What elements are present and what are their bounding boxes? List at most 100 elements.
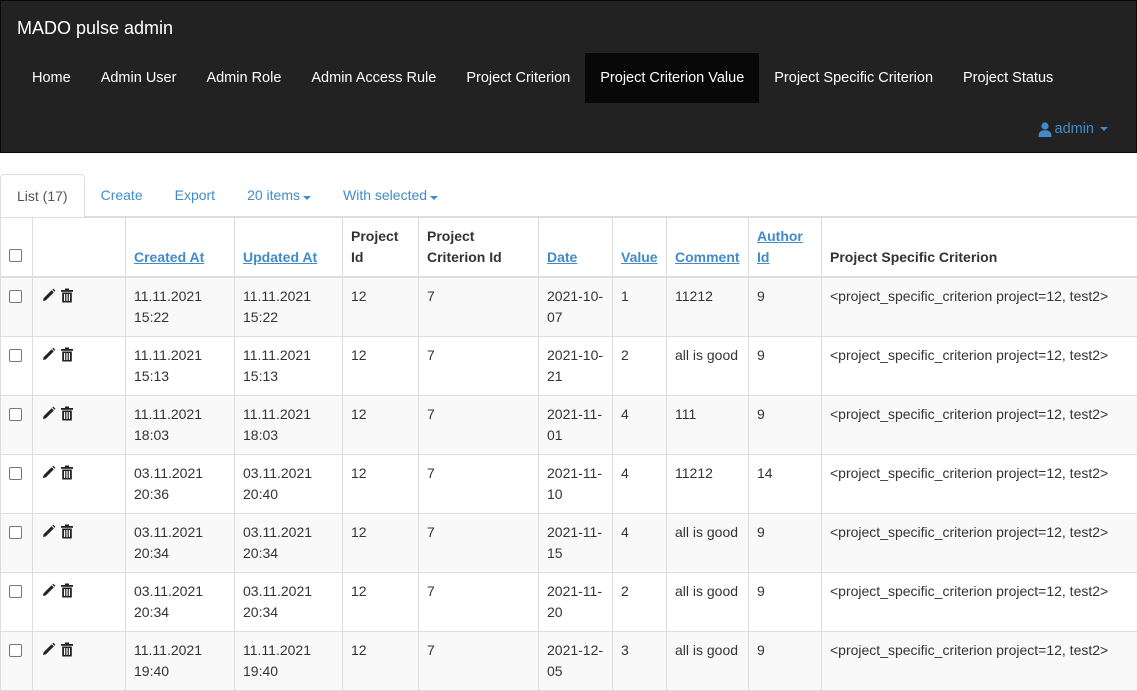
date-part: 01 <box>547 427 563 443</box>
nav-admin-user[interactable]: Admin User <box>86 53 192 103</box>
with-selected-dropdown[interactable]: With selected <box>327 174 454 217</box>
delete-icon[interactable] <box>60 642 74 657</box>
row-select-cell <box>0 336 33 396</box>
project-id-cell: 12 <box>342 631 419 691</box>
sort-author-id[interactable]: Author Id <box>757 228 803 265</box>
header-project-id: Project Id <box>342 217 419 278</box>
row-checkbox[interactable] <box>9 467 22 480</box>
date-part: 2021-11- <box>547 406 603 422</box>
row-select-cell <box>0 395 33 455</box>
row-checkbox[interactable] <box>9 644 22 657</box>
edit-icon[interactable] <box>41 347 56 362</box>
updated-at-cell: 03.11.2021 20:34 <box>234 513 343 573</box>
updated-at-cell: 11.11.2021 15:13 <box>234 336 343 396</box>
created-at-cell: 11.11.2021 18:03 <box>125 395 235 455</box>
row-actions-cell <box>32 513 126 573</box>
project-id-cell: 12 <box>342 336 419 396</box>
comment-cell: all is good <box>666 336 749 396</box>
created-date: 03.11.2021 <box>134 583 204 599</box>
delete-icon[interactable] <box>60 524 74 539</box>
delete-icon[interactable] <box>60 406 74 421</box>
row-checkbox[interactable] <box>9 526 22 539</box>
page-size-dropdown[interactable]: 20 items <box>231 174 327 217</box>
tab-export[interactable]: Export <box>159 174 231 217</box>
main-nav: Home Admin User Admin Role Admin Access … <box>17 53 1068 103</box>
author-id-cell: 9 <box>748 336 822 396</box>
edit-icon[interactable] <box>41 583 56 598</box>
sort-date[interactable]: Date <box>547 249 577 265</box>
row-select-cell <box>0 572 33 632</box>
value-cell: 1 <box>612 276 667 337</box>
comment-cell: 11212 <box>666 276 749 337</box>
brand-title[interactable]: MADO pulse admin <box>17 18 173 39</box>
edit-icon[interactable] <box>41 465 56 480</box>
specific-criterion-cell: <project_specific_criterion project=12, … <box>821 454 1137 514</box>
delete-icon[interactable] <box>60 465 74 480</box>
author-id-cell: 14 <box>748 454 822 514</box>
created-time: 20:34 <box>134 545 170 561</box>
select-all-checkbox[interactable] <box>9 249 22 262</box>
row-checkbox[interactable] <box>9 349 22 362</box>
row-checkbox[interactable] <box>9 290 22 303</box>
created-at-cell: 11.11.2021 15:22 <box>125 276 235 337</box>
table-row: 03.11.2021 20:36 03.11.2021 20:40 12 7 2021-11… <box>0 454 1137 514</box>
updated-date: 11.11.2021 <box>243 642 311 658</box>
caret-down-icon <box>1100 127 1108 131</box>
updated-time: 19:40 <box>243 663 279 679</box>
date-part: 2021-10- <box>547 347 604 363</box>
header-select-all <box>0 217 33 278</box>
sort-comment[interactable]: Comment <box>675 249 740 265</box>
edit-icon[interactable] <box>41 524 56 539</box>
sort-created-at[interactable]: Created At <box>134 249 204 265</box>
comment-cell: 111 <box>666 395 749 455</box>
action-tabs: List (17) Create Export 20 items With se… <box>0 174 1137 218</box>
comment-cell: all is good <box>666 513 749 573</box>
updated-date: 11.11.2021 <box>243 406 311 422</box>
header-updated-at: Updated At <box>234 217 343 278</box>
value-cell: 4 <box>612 395 667 455</box>
updated-at-cell: 03.11.2021 20:40 <box>234 454 343 514</box>
updated-at-cell: 11.11.2021 19:40 <box>234 631 343 691</box>
row-checkbox[interactable] <box>9 585 22 598</box>
specific-criterion-cell: <project_specific_criterion project=12, … <box>821 513 1137 573</box>
row-select-cell <box>0 276 33 337</box>
updated-time: 15:22 <box>243 309 279 325</box>
created-at-cell: 03.11.2021 20:34 <box>125 513 235 573</box>
author-id-cell: 9 <box>748 276 822 337</box>
nav-home[interactable]: Home <box>17 53 86 103</box>
row-actions-cell <box>32 276 126 337</box>
tab-list[interactable]: List (17) <box>0 174 85 218</box>
updated-at-cell: 03.11.2021 20:34 <box>234 572 343 632</box>
project-id-cell: 12 <box>342 395 419 455</box>
value-cell: 4 <box>612 454 667 514</box>
edit-icon[interactable] <box>41 642 56 657</box>
created-at-cell: 11.11.2021 15:13 <box>125 336 235 396</box>
date-part: 2021-12- <box>547 642 604 658</box>
delete-icon[interactable] <box>60 583 74 598</box>
edit-icon[interactable] <box>41 406 56 421</box>
project-id-cell: 12 <box>342 513 419 573</box>
specific-criterion-cell: <project_specific_criterion project=12, … <box>821 631 1137 691</box>
tab-create[interactable]: Create <box>85 174 159 217</box>
table-row: 11.11.2021 19:40 11.11.2021 19:40 12 7 2021-12… <box>0 631 1137 691</box>
nav-project-status[interactable]: Project Status <box>948 53 1068 103</box>
date-cell: 2021-11- 10 <box>538 454 613 514</box>
user-menu[interactable]: admin <box>1038 119 1108 139</box>
delete-icon[interactable] <box>60 347 74 362</box>
nav-project-specific-criterion[interactable]: Project Specific Criterion <box>759 53 948 103</box>
nav-admin-role[interactable]: Admin Role <box>191 53 296 103</box>
nav-project-criterion-value[interactable]: Project Criterion Value <box>585 53 760 103</box>
created-at-cell: 03.11.2021 20:36 <box>125 454 235 514</box>
nav-admin-access-rule[interactable]: Admin Access Rule <box>296 53 451 103</box>
row-checkbox[interactable] <box>9 408 22 421</box>
sort-updated-at[interactable]: Updated At <box>243 249 317 265</box>
row-actions-cell <box>32 454 126 514</box>
created-date: 03.11.2021 <box>134 524 204 540</box>
nav-project-criterion[interactable]: Project Criterion <box>451 53 585 103</box>
row-actions-cell <box>32 572 126 632</box>
sort-value[interactable]: Value <box>621 249 658 265</box>
edit-icon[interactable] <box>41 288 56 303</box>
date-part: 05 <box>547 663 563 679</box>
delete-icon[interactable] <box>60 288 74 303</box>
header-label: Project <box>351 228 399 244</box>
